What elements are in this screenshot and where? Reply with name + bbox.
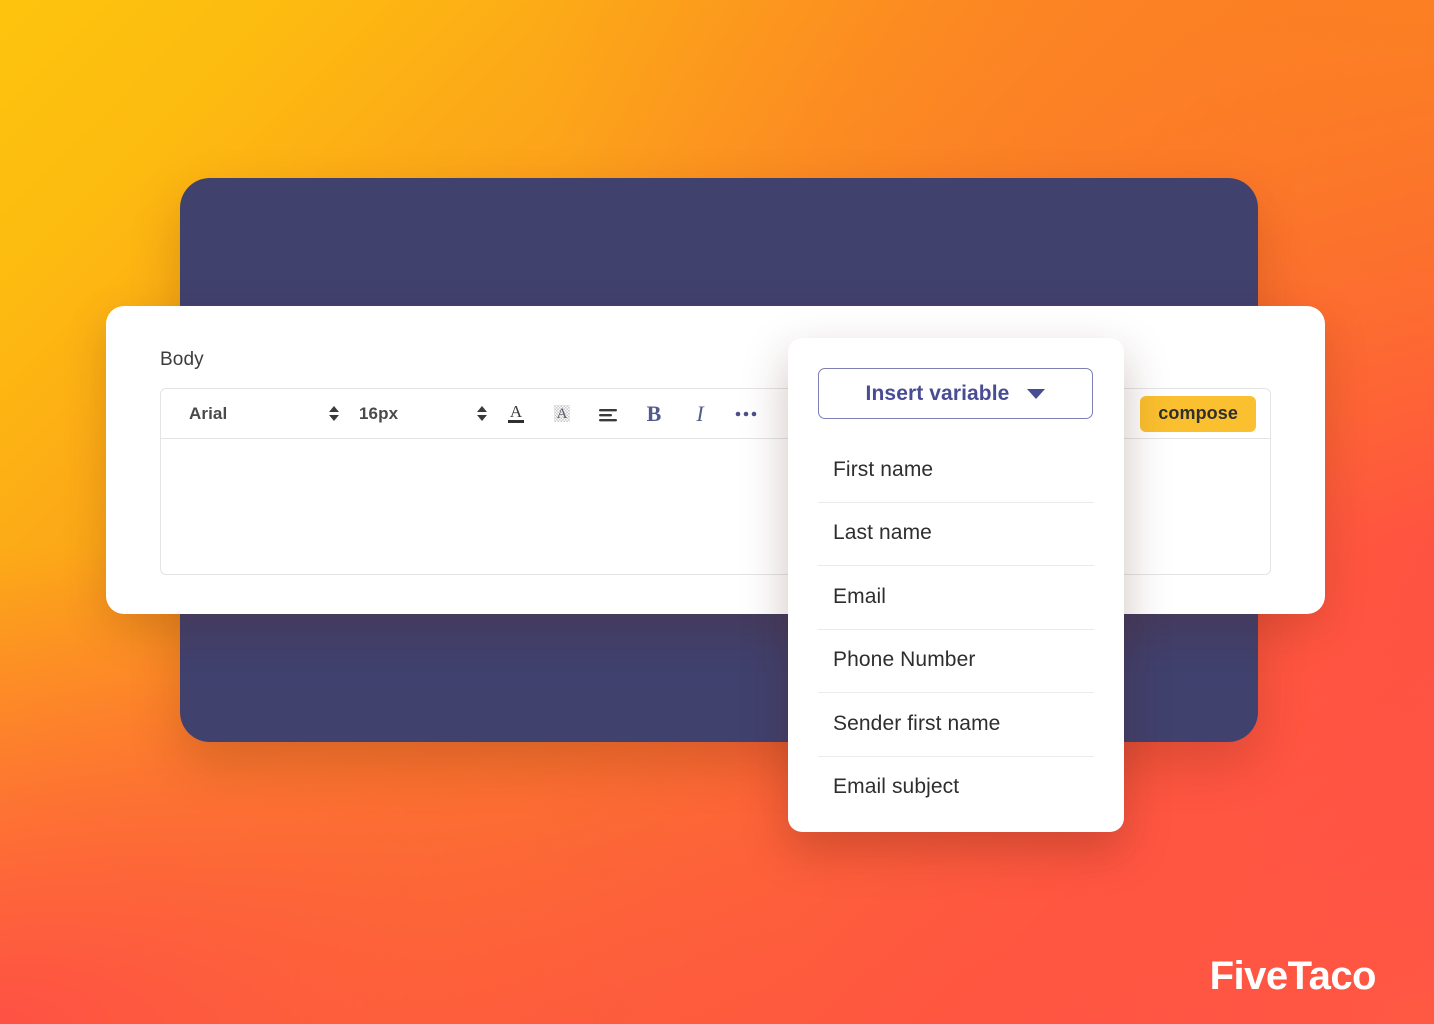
email-editor-card: Body Arial 16px A A B I compose — [106, 306, 1325, 614]
insert-variable-label: Insert variable — [865, 381, 1010, 405]
more-options-icon — [733, 408, 759, 420]
body-field-label: Body — [160, 349, 204, 370]
svg-text:A: A — [510, 402, 523, 421]
bold-button[interactable]: B — [631, 394, 677, 434]
brand-watermark: FiveTaco — [1209, 954, 1377, 998]
highlight-color-button[interactable]: A — [539, 394, 585, 434]
menu-item-label: First name — [833, 457, 934, 481]
svg-text:A: A — [557, 406, 568, 422]
italic-button[interactable]: I — [677, 394, 723, 434]
compose-button[interactable]: compose — [1140, 395, 1256, 432]
insert-variable-button[interactable]: Insert variable — [818, 368, 1093, 419]
menu-item-email[interactable]: Email — [818, 565, 1094, 629]
more-options-button[interactable] — [723, 394, 769, 434]
variable-menu-list: First name Last name Email Phone Number … — [788, 438, 1124, 819]
menu-item-label: Email — [833, 584, 887, 608]
menu-item-label: Sender first name — [833, 711, 1001, 735]
insert-variable-dropdown: Insert variable First name Last name Ema… — [788, 338, 1124, 832]
menu-item-sender-first-name[interactable]: Sender first name — [818, 692, 1094, 756]
bold-icon: B — [642, 401, 666, 427]
font-family-value: Arial — [189, 403, 228, 423]
menu-item-phone-number[interactable]: Phone Number — [818, 628, 1094, 693]
menu-item-label: Phone Number — [833, 648, 976, 672]
screenshot-stage: Body Arial 16px A A B I compose Insert v… — [0, 0, 1434, 1024]
menu-item-last-name[interactable]: Last name — [818, 501, 1094, 566]
align-left-icon — [596, 402, 620, 426]
menu-item-first-name[interactable]: First name — [818, 438, 1094, 502]
font-size-value: 16px — [359, 403, 399, 423]
stepper-arrows-icon — [329, 406, 339, 421]
text-color-button[interactable]: A — [493, 394, 539, 434]
align-left-button[interactable] — [585, 394, 631, 434]
menu-item-email-subject[interactable]: Email subject — [818, 755, 1094, 820]
text-color-icon: A — [504, 401, 528, 427]
svg-text:I: I — [695, 401, 705, 426]
compose-button-wrap: compose — [1140, 395, 1256, 432]
menu-item-label: Last name — [833, 521, 932, 545]
font-family-select[interactable]: Arial — [175, 397, 345, 431]
menu-item-label: Email subject — [833, 775, 960, 799]
highlight-color-icon: A — [550, 401, 574, 427]
stepper-arrows-icon — [477, 406, 487, 421]
font-size-select[interactable]: 16px — [345, 397, 493, 431]
svg-text:B: B — [647, 401, 662, 426]
chevron-down-icon — [1027, 388, 1046, 399]
italic-icon: I — [688, 401, 712, 427]
